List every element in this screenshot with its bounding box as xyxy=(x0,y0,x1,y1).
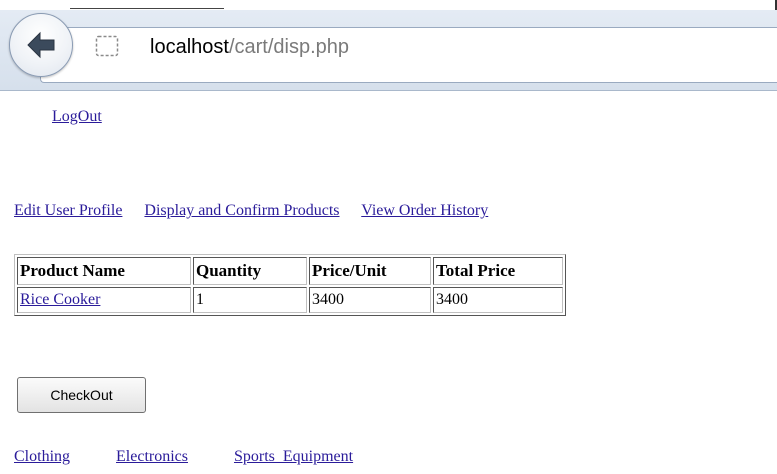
user-menu: Edit User Profile Display and Confirm Pr… xyxy=(14,202,488,220)
cart-table: Product Name Quantity Price/Unit Total P… xyxy=(14,254,566,316)
cell-quantity: 1 xyxy=(193,287,307,313)
header-total-price: Total Price xyxy=(433,257,563,285)
url-host: localhost xyxy=(150,36,229,58)
view-order-history-link[interactable]: View Order History xyxy=(361,202,488,219)
cell-product: Rice Cooker xyxy=(17,287,191,313)
back-button[interactable] xyxy=(9,13,73,77)
header-quantity: Quantity xyxy=(193,257,307,285)
category-sports-equipment-link[interactable]: Sports_Equipment xyxy=(234,448,353,465)
cell-total-price: 3400 xyxy=(433,287,563,313)
edit-user-profile-link[interactable]: Edit User Profile xyxy=(14,202,122,219)
checkout-button[interactable]: CheckOut xyxy=(17,377,146,413)
header-price-unit: Price/Unit xyxy=(309,257,431,285)
category-clothing-link[interactable]: Clothing xyxy=(14,448,70,465)
back-arrow-icon xyxy=(27,31,55,59)
category-links: Clothing Electronics Sports_Equipment xyxy=(14,448,353,466)
table-header-row: Product Name Quantity Price/Unit Total P… xyxy=(17,257,563,285)
product-link[interactable]: Rice Cooker xyxy=(20,291,100,308)
site-identity-button[interactable] xyxy=(92,33,122,59)
tab-edge xyxy=(70,0,224,9)
url-path: /cart/disp.php xyxy=(228,36,350,58)
display-confirm-products-link[interactable]: Display and Confirm Products xyxy=(144,202,339,219)
page-icon xyxy=(95,35,119,57)
table-row: Rice Cooker 1 3400 3400 xyxy=(17,287,563,313)
browser-tab-strip xyxy=(0,0,777,10)
header-product-name: Product Name xyxy=(17,257,191,285)
cell-price-unit: 3400 xyxy=(309,287,431,313)
category-electronics-link[interactable]: Electronics xyxy=(116,448,188,465)
url-text[interactable]: localhost/cart/disp.php xyxy=(150,30,349,64)
logout-link[interactable]: LogOut xyxy=(52,108,102,126)
